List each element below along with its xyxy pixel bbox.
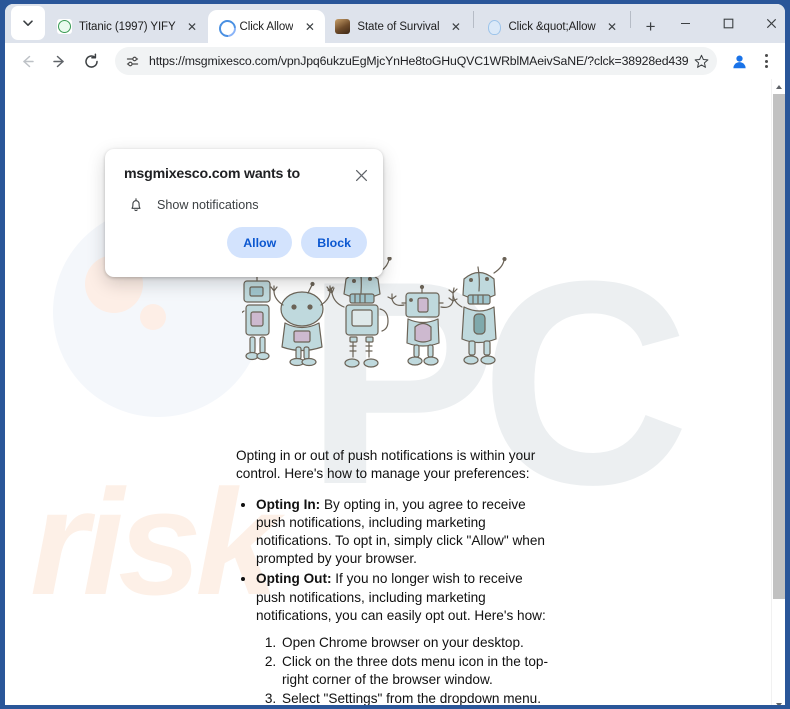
close-window-button[interactable]: [750, 8, 785, 39]
maximize-button[interactable]: [707, 8, 750, 39]
tab-strip: Titanic (1997) YIFY ✕ Click Allow ✕ Stat…: [5, 4, 785, 43]
tab-titanic[interactable]: Titanic (1997) YIFY ✕: [47, 10, 208, 43]
tab-close-icon[interactable]: ✕: [448, 19, 463, 34]
scrollbar-track[interactable]: [772, 94, 785, 697]
chrome-browser-window: Titanic (1997) YIFY ✕ Click Allow ✕ Stat…: [5, 4, 785, 705]
profile-avatar-icon: [732, 55, 746, 68]
dialog-close-button[interactable]: [351, 165, 371, 185]
bullet-lead: Opting In:: [256, 497, 321, 513]
scrollbar-thumb[interactable]: [773, 94, 785, 599]
list-item: Click on the three dots menu icon in the…: [280, 653, 548, 689]
block-button[interactable]: Block: [301, 227, 367, 258]
scroll-up-arrow-icon[interactable]: [772, 79, 785, 94]
allow-button[interactable]: Allow: [227, 227, 293, 258]
bullet-lead: Opting Out:: [256, 571, 332, 587]
list-item: Opting In: By opting in, you agree to re…: [256, 496, 548, 568]
robot-2: [270, 281, 334, 367]
tab-search-button[interactable]: [11, 6, 45, 40]
tab-click-allow[interactable]: Click Allow ✕: [207, 10, 326, 43]
titanic-favicon: [57, 19, 72, 34]
robot-1: [242, 272, 271, 361]
tab-close-icon[interactable]: ✕: [185, 19, 200, 34]
close-icon: [355, 169, 367, 181]
state-of-survival-favicon: [335, 19, 351, 34]
menu-dot: [764, 54, 768, 57]
article-body: Opting in or out of push notifications i…: [236, 447, 548, 705]
tab-title: Click Allow: [239, 20, 294, 33]
tab-title: Titanic (1997) YIFY: [79, 20, 176, 33]
bell-icon: [126, 197, 146, 213]
reload-icon: [84, 52, 98, 68]
three-dots-menu-button[interactable]: [755, 48, 777, 74]
page-viewport: PC risk you are nota robot: [5, 79, 785, 705]
tab-close-icon[interactable]: ✕: [605, 19, 620, 34]
click-quot-allow-favicon: [486, 19, 501, 34]
back-arrow-icon: [22, 55, 34, 67]
tab-close-icon[interactable]: ✕: [302, 19, 317, 34]
robot-4: [387, 284, 458, 366]
tab-separator: [473, 11, 475, 28]
tune-sliders-icon: [126, 56, 138, 66]
forward-button[interactable]: [45, 47, 73, 75]
intro-paragraph: Opting in or out of push notifications i…: [236, 448, 536, 482]
reload-button[interactable]: [77, 47, 105, 75]
list-item: Opting Out: If you no longer wish to rec…: [256, 570, 548, 705]
dialog-header: msgmixesco.com wants to: [105, 149, 383, 185]
forward-arrow-icon: [52, 55, 64, 67]
desktop-background: Titanic (1997) YIFY ✕ Click Allow ✕ Stat…: [0, 0, 790, 709]
tab-separator: [629, 11, 631, 28]
menu-dot: [764, 59, 768, 63]
page-scrollbar[interactable]: [771, 79, 785, 705]
scroll-down-arrow-icon[interactable]: [772, 697, 785, 705]
site-settings-button[interactable]: [121, 50, 143, 72]
bookmark-button[interactable]: [689, 54, 713, 69]
menu-dot: [764, 65, 768, 68]
dialog-title: msgmixesco.com wants to: [124, 166, 300, 182]
minimize-icon: [680, 22, 690, 25]
tab-title: State of Survival: [357, 20, 440, 33]
list-item: Select "Settings" from the dropdown menu…: [280, 690, 548, 705]
notification-permission-dialog: msgmixesco.com wants to Show notificatio…: [105, 149, 383, 277]
toolbar-right-actions: [723, 48, 777, 74]
tab-click-quot-allow[interactable]: Click &quot;Allow ✕: [476, 10, 627, 43]
robot-5: [448, 257, 507, 365]
back-button[interactable]: [13, 47, 41, 75]
url-text[interactable]: https://msgmixesco.com/vpnJpq6ukzuEgMjcY…: [149, 54, 689, 68]
window-controls: [664, 7, 785, 40]
decorative-circle: [140, 304, 166, 330]
browser-toolbar: https://msgmixesco.com/vpnJpq6ukzuEgMjcY…: [5, 43, 785, 79]
tab-state-of-survival[interactable]: State of Survival ✕: [325, 10, 471, 43]
click-allow-favicon: [218, 19, 233, 34]
star-icon: [694, 54, 708, 68]
profile-button[interactable]: [726, 48, 752, 74]
new-tab-button[interactable]: +: [638, 13, 664, 39]
opt-out-steps: Open Chrome browser on your desktop. Cli…: [280, 634, 548, 705]
list-item: Open Chrome browser on your desktop.: [280, 634, 548, 652]
opting-bullet-list: Opting In: By opting in, you agree to re…: [256, 496, 548, 705]
bell-icon-glyph: [131, 198, 141, 212]
chevron-down-icon: [23, 20, 33, 26]
permission-label: Show notifications: [157, 198, 259, 212]
minimize-button[interactable]: [664, 8, 707, 39]
close-icon: [766, 18, 776, 29]
maximize-icon: [723, 18, 733, 29]
address-bar[interactable]: https://msgmixesco.com/vpnJpq6ukzuEgMjcY…: [115, 47, 717, 75]
tab-title: Click &quot;Allow: [508, 20, 596, 33]
dialog-actions: Allow Block: [105, 213, 383, 258]
permission-request-row: Show notifications: [105, 185, 383, 213]
